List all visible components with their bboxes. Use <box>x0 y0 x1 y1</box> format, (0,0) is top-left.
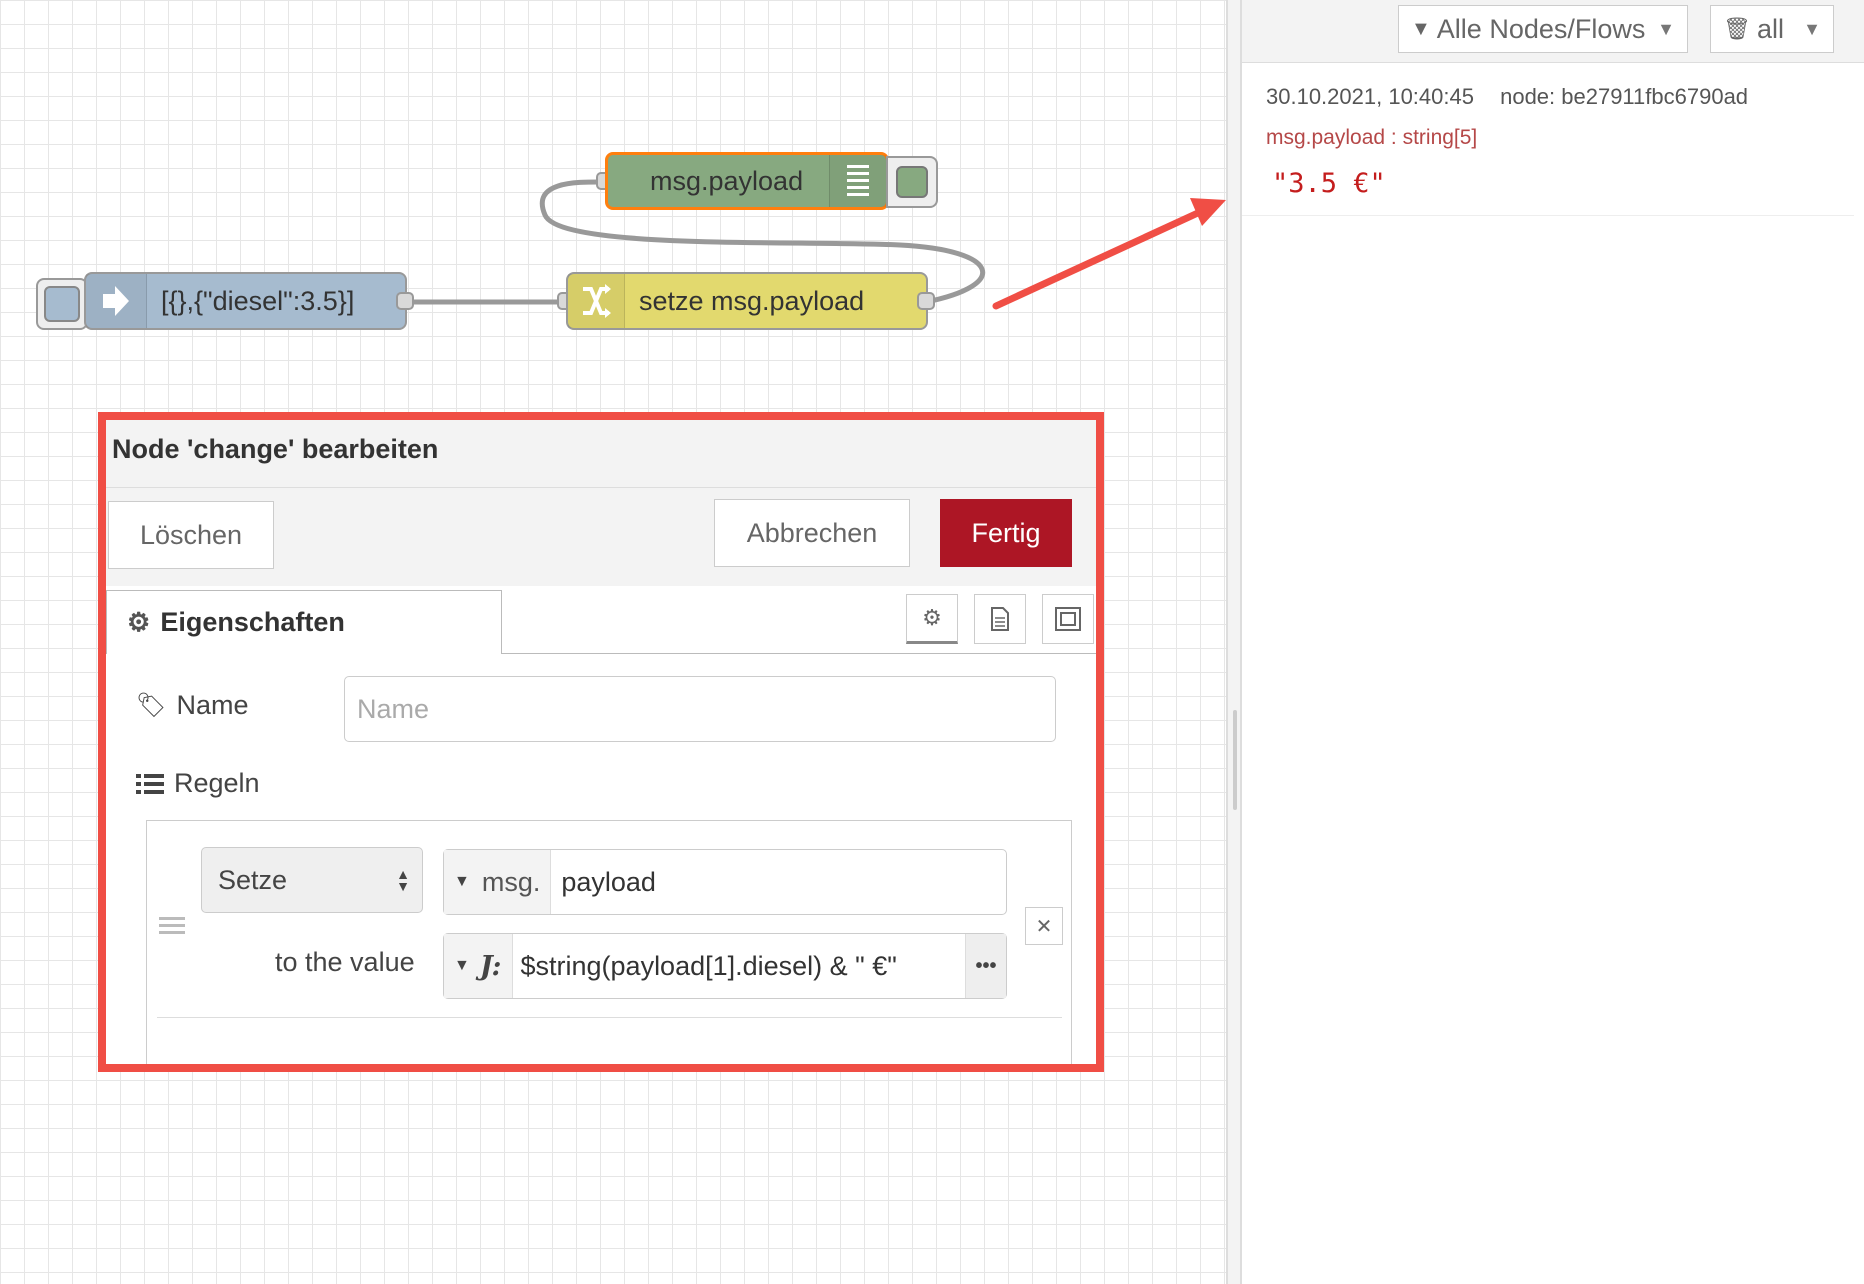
debug-message: 30.10.2021, 10:40:45 node: be27911fbc679… <box>1242 70 1854 216</box>
drag-handle-icon[interactable] <box>159 913 185 938</box>
message-node-id[interactable]: node: be27911fbc6790ad <box>1500 84 1748 109</box>
name-placeholder: Name <box>357 693 430 724</box>
trash-icon: 🗑 <box>1723 16 1751 41</box>
target-prefix: msg. <box>481 866 541 897</box>
caret-down-icon: ▼ <box>1803 18 1821 39</box>
callout-arrow <box>992 198 1226 310</box>
appearance-tab-icon[interactable] <box>1042 594 1094 644</box>
description-tab-icon[interactable] <box>974 594 1026 644</box>
filter-label: Alle Nodes/Flows <box>1436 13 1646 44</box>
rules-list: Setze ▲ ▼ ▼ msg. payload to the value ▼ J… <box>146 820 1072 1064</box>
tab-properties-label: Eigenschaften <box>160 607 345 637</box>
caret-down-icon: ▼ <box>1657 18 1675 39</box>
expression-editor-button[interactable]: ••• <box>965 934 1006 998</box>
message-timestamp: 30.10.2021, 10:40:45 <box>1266 84 1474 109</box>
expression-value: $string(payload[1].diesel) & " €" <box>520 950 897 981</box>
target-value: payload <box>561 866 656 897</box>
rule-divider <box>157 1017 1062 1018</box>
name-label: Name <box>176 690 249 720</box>
to-the-value-label: to the value <box>275 947 415 977</box>
updown-icon: ▲ ▼ <box>396 866 410 894</box>
target-type-selector[interactable]: ▼ msg. <box>444 850 552 914</box>
done-button[interactable]: Fertig <box>940 499 1072 567</box>
splitter-grip[interactable] <box>1233 710 1237 810</box>
tray-tabbar: ⚙ Eigenschaften ⚙ <box>106 586 1096 654</box>
sidebar-splitter[interactable] <box>1226 0 1242 1284</box>
rules-label-group: Regeln <box>136 768 260 799</box>
edit-tray: Node 'change' bearbeiten Löschen Abbrech… <box>98 412 1104 1072</box>
settings-tab-icon[interactable]: ⚙ <box>906 594 958 644</box>
jsonata-icon: J: <box>479 950 502 982</box>
cancel-button[interactable]: Abbrechen <box>714 499 910 567</box>
message-meta: 30.10.2021, 10:40:45 node: be27911fbc679… <box>1266 84 1768 110</box>
debug-toolbar: ▼ Alle Nodes/Flows ▼ 🗑 all ▼ <box>1242 0 1864 63</box>
rules-label: Regeln <box>174 768 260 798</box>
rule-action-select[interactable]: Setze ▲ ▼ <box>201 847 423 913</box>
caret-down-icon: ▼ <box>454 957 470 974</box>
name-input[interactable]: Name <box>344 676 1056 742</box>
filter-icon: ▼ <box>1411 17 1431 40</box>
list-icon <box>136 773 164 794</box>
clear-label: all <box>1756 13 1784 44</box>
debug-sidebar: ▼ Alle Nodes/Flows ▼ 🗑 all ▼ 30.10.2021,… <box>1242 0 1864 1284</box>
tray-title: Node 'change' bearbeiten <box>106 420 1096 488</box>
gear-icon: ⚙ <box>127 607 151 637</box>
delete-button[interactable]: Löschen <box>108 501 274 569</box>
tag-icon: 🏷 <box>136 692 167 719</box>
message-property[interactable]: msg.payload : string[5] <box>1266 126 1477 150</box>
flow-workspace[interactable]: [{},{"diesel":3.5}] setze msg.payload ms… <box>0 0 1226 1284</box>
tray-button-row: Löschen Abbrechen Fertig <box>106 488 1096 587</box>
rule-action-value: Setze <box>218 864 288 895</box>
name-label-group: 🏷 Name <box>136 690 249 721</box>
remove-rule-button[interactable]: ✕ <box>1025 907 1063 945</box>
rule-expression-input[interactable]: ▼ J: $string(payload[1].diesel) & " €" •… <box>443 933 1007 999</box>
rule-target-input[interactable]: ▼ msg. payload <box>443 849 1007 915</box>
expression-type-selector[interactable]: ▼ J: <box>444 934 513 998</box>
clear-dropdown[interactable]: 🗑 all ▼ <box>1710 5 1834 53</box>
message-value: "3.5 €" <box>1272 168 1386 199</box>
tab-properties[interactable]: ⚙ Eigenschaften <box>106 590 502 654</box>
caret-down-icon: ▼ <box>454 873 470 890</box>
filter-dropdown[interactable]: ▼ Alle Nodes/Flows ▼ <box>1398 5 1688 53</box>
